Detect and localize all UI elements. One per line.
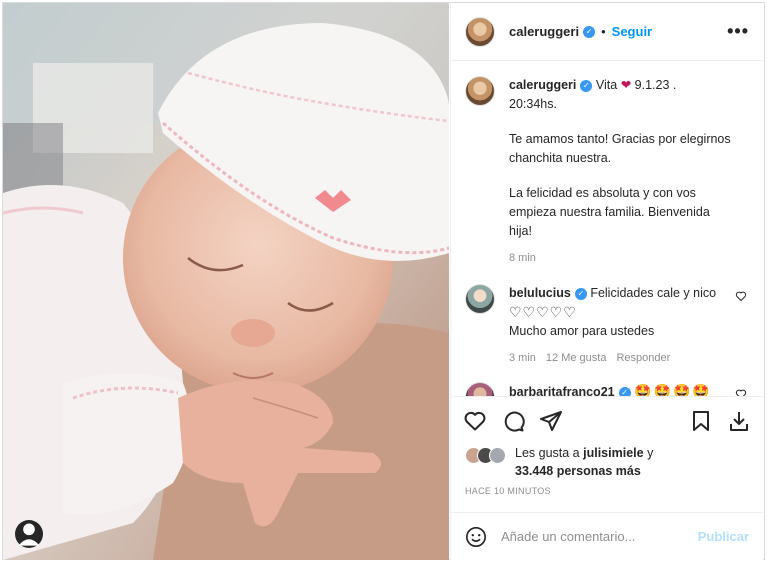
- liker-avatar: [489, 447, 506, 464]
- caption-avatar[interactable]: [465, 76, 495, 106]
- header-separator: •: [601, 24, 606, 39]
- likes-user[interactable]: julisimiele: [583, 446, 643, 460]
- reply-button[interactable]: Responder: [616, 349, 670, 368]
- comment-item: barbaritafranco21✓ 🤩🤩🤩🤩 🤩🤩🤩: [465, 382, 749, 396]
- verified-icon: ✓: [580, 79, 593, 92]
- like-comment-heart-icon[interactable]: [735, 388, 747, 396]
- post-photo[interactable]: [3, 3, 449, 560]
- likes-text: Les gusta a julisimiele y 33.448 persona…: [515, 444, 653, 480]
- post-side-panel: caleruggeri ✓ • Seguir ••• caleruggeri ✓ …: [450, 3, 763, 560]
- caption-time: 8 min: [509, 252, 536, 264]
- caption-date: 9.1.23 .: [634, 78, 677, 92]
- comment-username[interactable]: barbaritafranco21: [509, 385, 615, 396]
- publish-button[interactable]: Publicar: [698, 529, 749, 544]
- comments-list[interactable]: caleruggeri ✓ Vita ❤ 9.1.23 . 20:34hs. Te…: [451, 62, 763, 396]
- likes-count[interactable]: 33.448 personas más: [515, 464, 641, 478]
- caption-paragraph-1: Te amamos tanto! Gracias por elegirnos c…: [509, 132, 731, 165]
- caption-text-name: Vita: [595, 78, 618, 92]
- comment-text: Felicidades cale y nico: [590, 286, 717, 300]
- like-comment-heart-icon[interactable]: [735, 290, 747, 302]
- comment-icon[interactable]: [501, 409, 525, 433]
- post-timestamp: HACE 10 MINUTOS: [465, 486, 551, 496]
- heart-icon[interactable]: [463, 409, 487, 433]
- comment-meta: 3 min 12 Me gusta Responder: [509, 349, 731, 368]
- comment-likes[interactable]: 12 Me gusta: [546, 349, 607, 368]
- baby-photo-illustration: [3, 3, 449, 560]
- verified-icon: ✓: [574, 287, 587, 300]
- post-actions: [451, 396, 763, 444]
- caption: caleruggeri ✓ Vita ❤ 9.1.23 . 20:34hs. Te…: [465, 76, 749, 268]
- comment-username[interactable]: belulucius: [509, 286, 571, 300]
- caption-username[interactable]: caleruggeri: [509, 78, 576, 92]
- comment-input[interactable]: [501, 529, 698, 544]
- comment-emojis: 🤩🤩🤩🤩: [634, 383, 712, 396]
- comment-item: belulucius ✓ Felicidades cale y nico ♡♡♡♡…: [465, 284, 749, 368]
- share-icon[interactable]: [539, 409, 563, 433]
- follow-button[interactable]: Seguir: [612, 24, 652, 39]
- bookmark-icon[interactable]: [689, 409, 713, 433]
- comment-time: 3 min: [509, 352, 536, 364]
- verified-icon: ✓: [583, 25, 596, 38]
- comment-text-2: Mucho amor para ustedes: [509, 324, 655, 338]
- likes-summary: Les gusta a julisimiele y 33.448 persona…: [465, 444, 749, 480]
- author-avatar[interactable]: [465, 16, 495, 47]
- heart-emoji-icon: ❤: [620, 78, 632, 92]
- author-username[interactable]: caleruggeri: [509, 24, 579, 39]
- likes-suffix: y: [647, 446, 654, 460]
- caption-paragraph-2: La felicidad es absoluta y con vos empie…: [509, 186, 710, 238]
- download-icon[interactable]: [727, 409, 751, 433]
- more-icon[interactable]: •••: [727, 21, 749, 42]
- emoji-icon[interactable]: [465, 526, 487, 548]
- commenter-avatar[interactable]: [465, 382, 495, 396]
- post-header: caleruggeri ✓ • Seguir •••: [451, 3, 763, 61]
- verified-icon: ✓: [618, 386, 631, 396]
- caption-body: caleruggeri ✓ Vita ❤ 9.1.23 . 20:34hs. Te…: [509, 76, 749, 268]
- likes-prefix: Les gusta a: [515, 446, 580, 460]
- caption-time-text: 20:34hs.: [509, 97, 557, 111]
- likers-avatars[interactable]: [465, 447, 506, 464]
- caption-meta: 8 min: [509, 249, 731, 268]
- comment-body: barbaritafranco21✓ 🤩🤩🤩🤩 🤩🤩🤩: [509, 382, 749, 396]
- add-comment-bar: Publicar: [451, 512, 763, 560]
- comment-body: belulucius ✓ Felicidades cale y nico ♡♡♡♡…: [509, 284, 749, 368]
- comment-hearts: ♡♡♡♡♡: [509, 304, 577, 320]
- user-tag-icon[interactable]: [15, 520, 43, 548]
- commenter-avatar[interactable]: [465, 284, 495, 314]
